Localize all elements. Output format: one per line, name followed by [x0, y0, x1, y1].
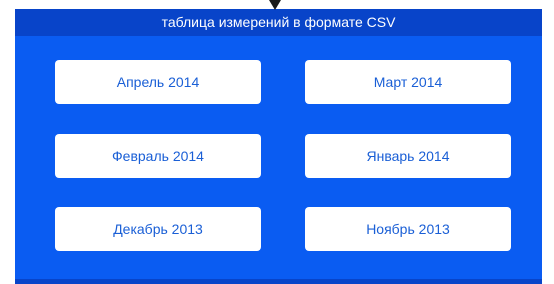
month-button-label: Декабрь 2013: [113, 221, 203, 237]
month-button-label: Февраль 2014: [112, 148, 204, 164]
month-button-february-2014[interactable]: Февраль 2014: [55, 134, 261, 178]
panel-footer-bar: [15, 279, 542, 284]
month-button-december-2013[interactable]: Декабрь 2013: [55, 207, 261, 251]
csv-table-panel: таблица измерений в формате CSV Апрель 2…: [15, 9, 542, 284]
panel-header: таблица измерений в формате CSV: [15, 9, 542, 36]
month-button-label: Январь 2014: [366, 148, 450, 164]
month-button-november-2013[interactable]: Ноябрь 2013: [305, 207, 511, 251]
month-button-label: Ноябрь 2013: [366, 221, 450, 237]
page-title: таблица измерений в формате CSV: [161, 14, 396, 30]
month-button-label: Апрель 2014: [116, 74, 200, 90]
month-button-january-2014[interactable]: Январь 2014: [305, 134, 511, 178]
month-button-april-2014[interactable]: Апрель 2014: [55, 60, 261, 104]
month-button-label: Март 2014: [373, 74, 443, 90]
month-button-march-2014[interactable]: Март 2014: [305, 60, 511, 104]
caret-down-icon: [269, 0, 281, 10]
